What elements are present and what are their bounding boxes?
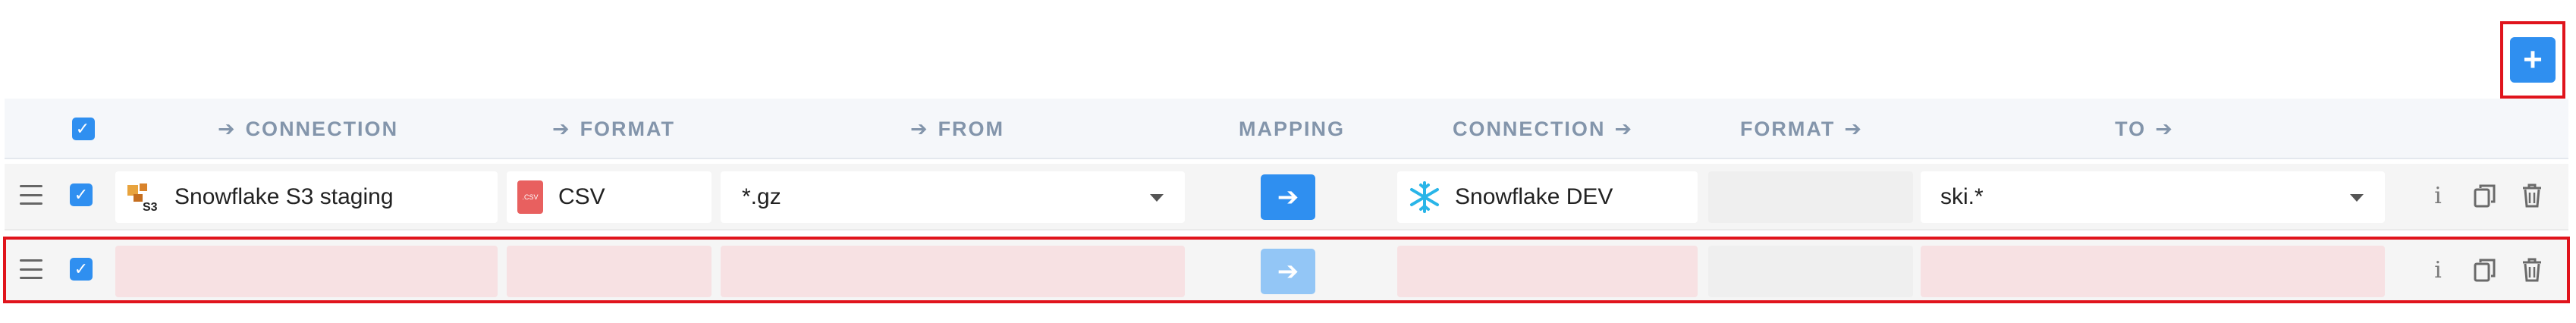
header-destination-format: FORMAT ➔ — [1704, 99, 1908, 159]
table-row: ✓ S3 Snowflake S3 staging .CSV CSV *.gz … — [5, 164, 2568, 230]
add-row-button[interactable]: + — [2510, 37, 2556, 83]
select-all-checkbox[interactable]: ✓ — [72, 118, 95, 140]
arrow-right-icon: ➔ — [1844, 117, 1864, 140]
source-format-value: CSV — [558, 184, 605, 209]
source-format-select[interactable]: .CSV CSV — [507, 171, 712, 223]
header-label: FORMAT — [1739, 117, 1836, 140]
table-header: ✓ ➔ CONNECTION ➔ FORMAT ➔ FROM MAPPING C… — [5, 99, 2568, 159]
header-label: FROM — [938, 117, 1005, 140]
source-format-select[interactable] — [507, 246, 712, 297]
svg-text:S3: S3 — [143, 201, 158, 212]
drag-handle-icon[interactable] — [20, 259, 42, 279]
header-label: CONNECTION — [1452, 117, 1606, 140]
destination-format-field[interactable] — [1708, 246, 1913, 297]
mapping-button[interactable]: ➔ — [1261, 174, 1315, 220]
chevron-down-icon — [1150, 194, 1164, 202]
header-label: FORMAT — [580, 117, 676, 140]
to-pattern-select[interactable] — [1921, 246, 2385, 297]
header-source-format: ➔ FORMAT — [507, 99, 712, 159]
drag-handle-icon[interactable] — [20, 185, 42, 205]
info-icon[interactable]: i — [2424, 179, 2452, 212]
csv-file-icon: .CSV — [517, 180, 543, 214]
arrow-right-icon: ➔ — [551, 117, 571, 140]
aws-s3-icon: S3 — [127, 183, 158, 212]
destination-format-field[interactable] — [1708, 171, 1913, 223]
header-mapping: MAPPING — [1200, 99, 1384, 159]
source-connection-select[interactable] — [115, 246, 498, 297]
row-checkbox[interactable]: ✓ — [70, 258, 93, 281]
source-connection-select[interactable]: S3 Snowflake S3 staging — [115, 171, 498, 223]
trash-icon[interactable] — [2518, 253, 2546, 287]
header-from: ➔ FROM — [721, 99, 1185, 159]
header-to: TO ➔ — [1916, 99, 2382, 159]
from-pattern-select[interactable] — [721, 246, 1185, 297]
row-actions: i — [2424, 179, 2546, 212]
destination-connection-value: Snowflake DEV — [1455, 184, 1613, 209]
arrow-right-icon: ➔ — [1614, 117, 1634, 140]
source-connection-value: Snowflake S3 staging — [174, 184, 394, 209]
destination-connection-select[interactable]: Snowflake DEV — [1397, 171, 1698, 223]
arrow-right-icon: ➔ — [1277, 183, 1299, 212]
header-label: TO — [2115, 117, 2147, 140]
header-label: MAPPING — [1238, 117, 1345, 140]
add-row-highlight: + — [2500, 21, 2565, 99]
snowflake-icon — [1410, 181, 1439, 213]
header-label: CONNECTION — [245, 117, 399, 140]
arrow-right-icon: ➔ — [909, 117, 929, 140]
from-pattern-select[interactable]: *.gz — [721, 171, 1185, 223]
mapping-button[interactable]: ➔ — [1261, 249, 1315, 294]
from-value: *.gz — [742, 184, 781, 209]
destination-connection-select[interactable] — [1397, 246, 1698, 297]
trash-icon[interactable] — [2518, 179, 2546, 212]
copy-icon[interactable] — [2471, 179, 2499, 212]
select-all-cell: ✓ — [65, 99, 102, 159]
arrow-right-icon: ➔ — [1277, 257, 1299, 286]
to-value: ski.* — [1940, 184, 1984, 209]
row-actions: i — [2424, 253, 2546, 287]
chevron-down-icon — [2350, 194, 2364, 202]
header-destination-connection: CONNECTION ➔ — [1397, 99, 1698, 159]
table-row-new: ✓ ➔ i — [3, 237, 2570, 303]
arrow-right-icon: ➔ — [2155, 117, 2174, 140]
info-icon[interactable]: i — [2424, 253, 2452, 287]
copy-icon[interactable] — [2471, 253, 2499, 287]
to-pattern-select[interactable]: ski.* — [1921, 171, 2385, 223]
header-source-connection: ➔ CONNECTION — [114, 99, 493, 159]
arrow-right-icon: ➔ — [217, 117, 237, 140]
row-checkbox[interactable]: ✓ — [70, 183, 93, 206]
